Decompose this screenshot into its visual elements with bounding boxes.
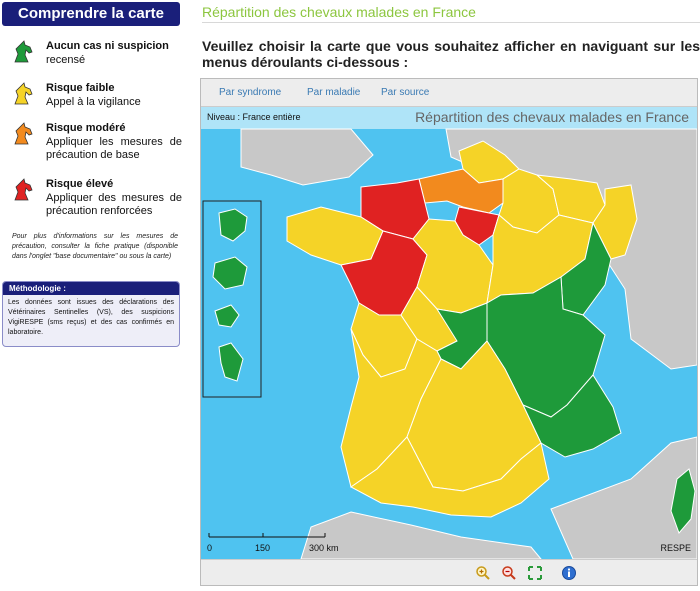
tab-par-maladie[interactable]: Par maladie <box>307 87 360 98</box>
map-toolbar <box>201 559 697 585</box>
precaution-note: Pour plus d'informations sur les mesures… <box>12 233 178 260</box>
title-divider <box>202 22 700 23</box>
map-viewer: Par syndrome Par maladie Par source Nive… <box>200 78 698 586</box>
map-canvas[interactable]: Niveau : France entière Répartition des … <box>201 107 697 559</box>
tab-par-source[interactable]: Par source <box>381 87 429 98</box>
scale-label-300: 300 km <box>309 543 339 553</box>
niveau-label: Niveau : France entière <box>207 112 301 122</box>
uk-land <box>240 128 374 186</box>
zoom-in-icon[interactable] <box>475 565 491 581</box>
scale-label-0: 0 <box>207 543 213 553</box>
scale-label-150: 150 <box>255 543 271 553</box>
tab-par-syndrome[interactable]: Par syndrome <box>219 87 281 98</box>
red-horse-icon <box>14 178 33 201</box>
methodology-box: Méthodologie : Les données sont issues d… <box>2 281 180 347</box>
page-title: Répartition des chevaux malades en Franc… <box>202 4 476 20</box>
orange-horse-icon <box>14 122 33 145</box>
main-content: Répartition des chevaux malades en Franc… <box>200 0 700 591</box>
green-horse-icon <box>14 40 33 63</box>
menu-tabs: Par syndrome Par maladie Par source <box>201 79 697 107</box>
sidebar-title: Comprendre la carte <box>2 2 180 26</box>
sidebar: Comprendre la carte Aucun cas ni suspici… <box>0 0 190 591</box>
methodology-text: Les données sont issues des déclarations… <box>8 299 174 336</box>
respe-credit: RESPE <box>660 543 691 553</box>
yellow-horse-icon <box>14 82 33 105</box>
full-extent-icon[interactable] <box>527 565 543 581</box>
map-title: Répartition des chevaux malades en Franc… <box>415 109 689 125</box>
info-icon[interactable] <box>561 565 577 581</box>
france-map[interactable] <box>201 107 697 559</box>
methodology-title: Méthodologie : <box>3 282 179 295</box>
zoom-out-icon[interactable] <box>501 565 517 581</box>
intro-text: Veuillez choisir la carte que vous souha… <box>202 38 700 70</box>
